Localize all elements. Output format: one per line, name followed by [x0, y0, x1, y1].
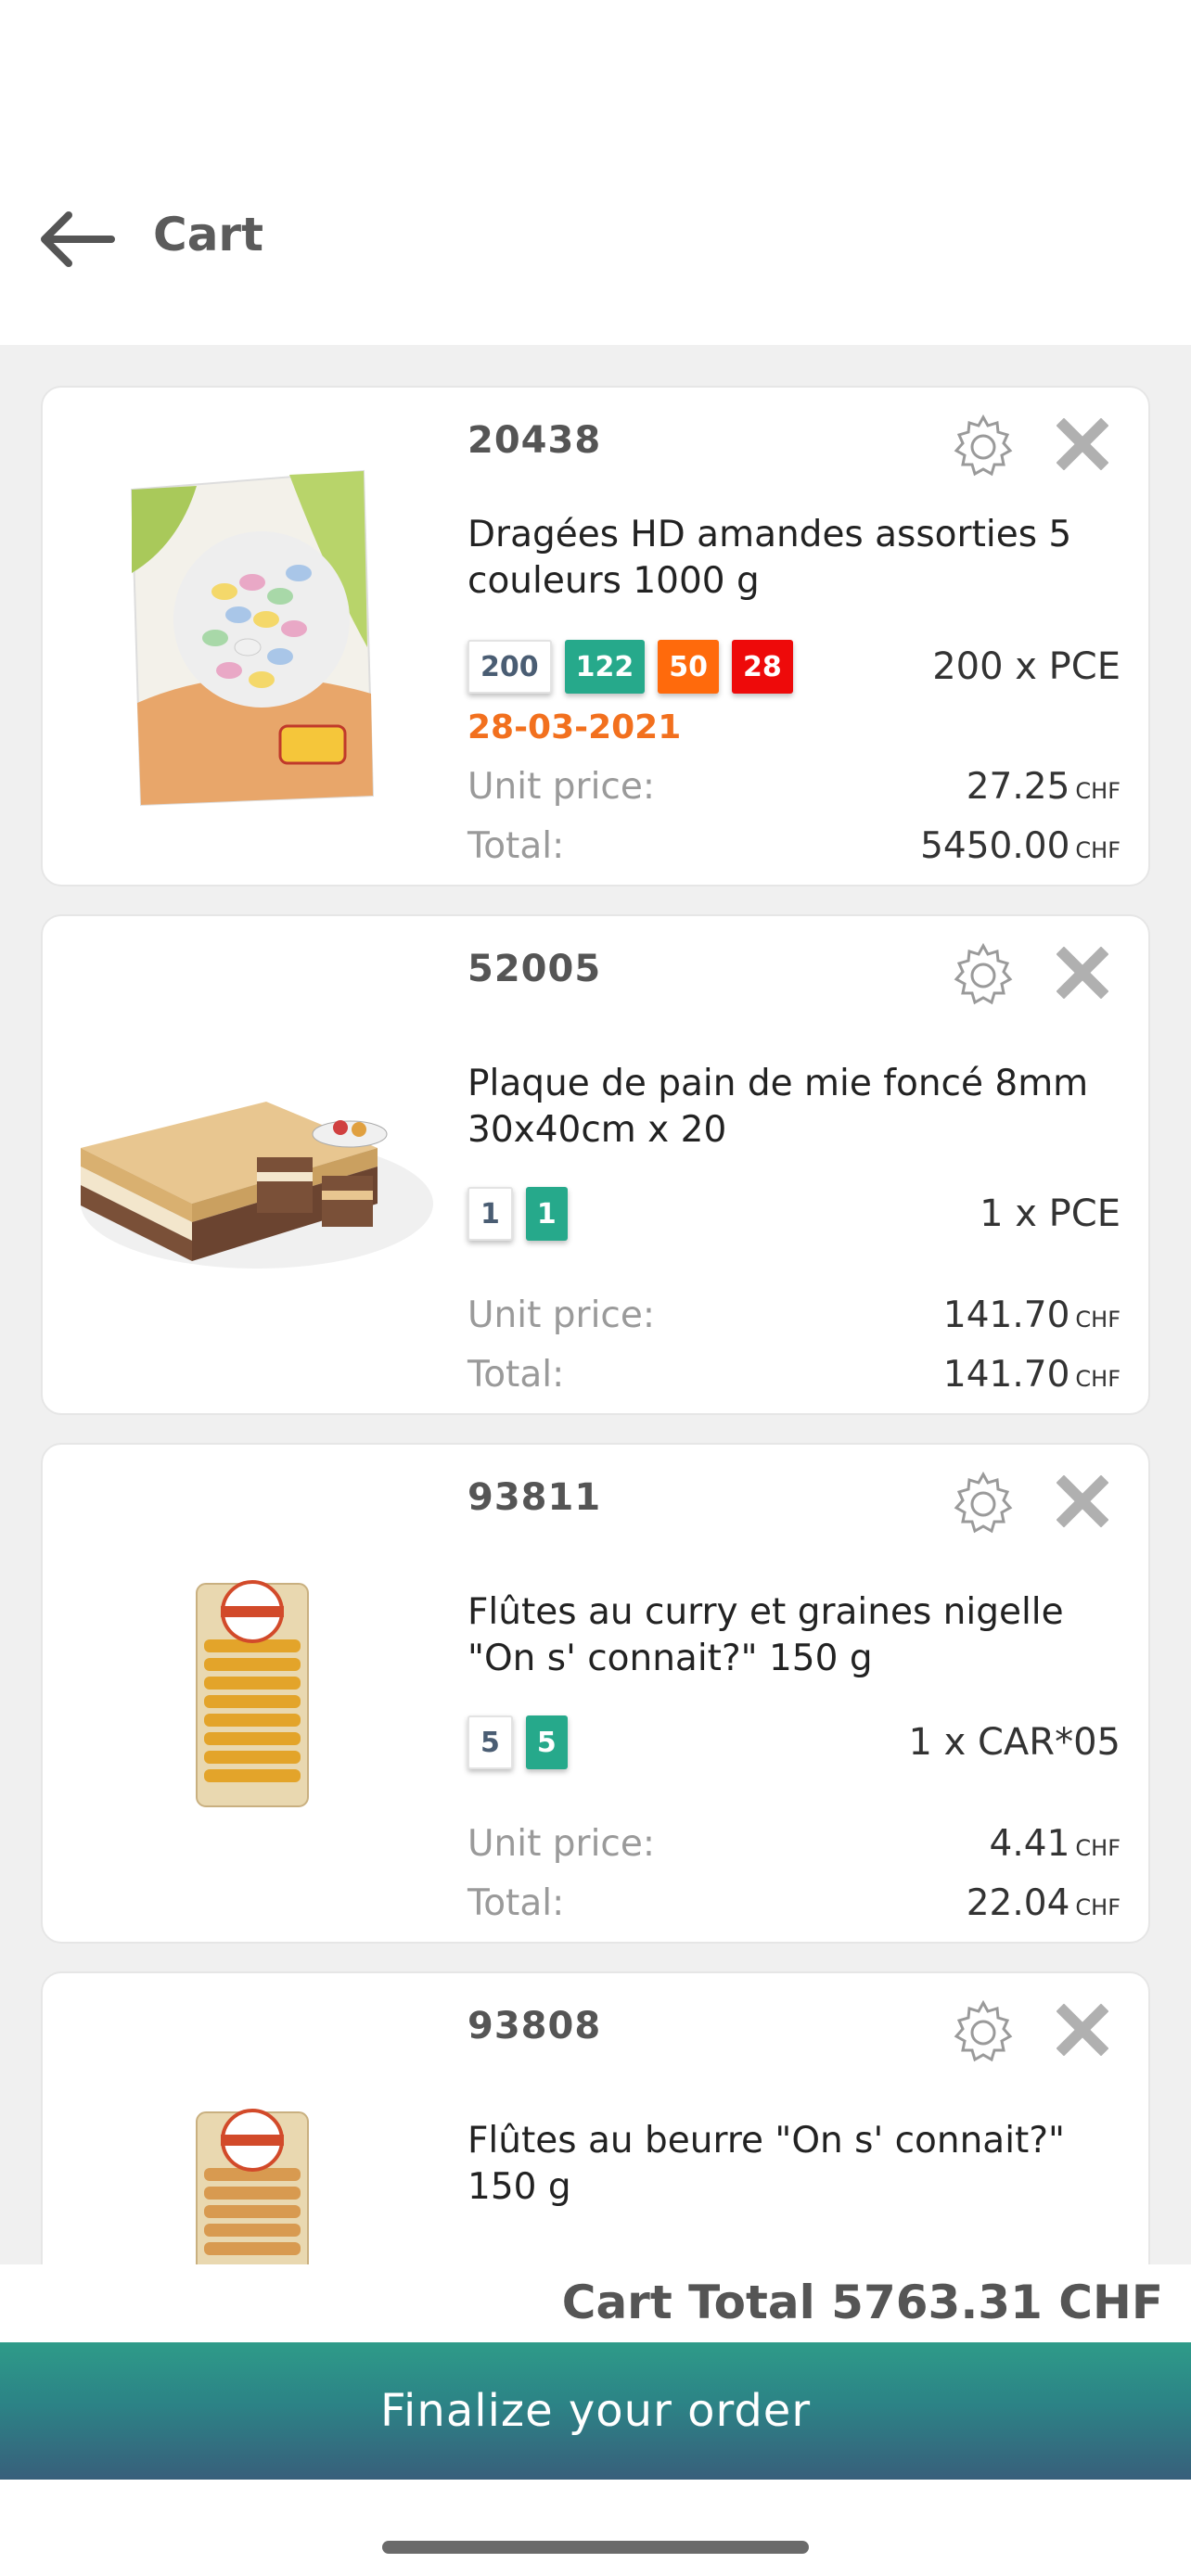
remove-button[interactable] [1048, 410, 1117, 478]
product-code: 93808 [467, 2005, 602, 2047]
stock-badge: 1 [467, 1187, 513, 1241]
product-code: 93811 [467, 1476, 602, 1519]
total-value: 5450.00 CHF [920, 825, 1121, 867]
gear-icon [954, 1471, 1013, 1534]
product-name: Plaque de pain de mie foncé 8mm 30x40cm … [467, 1063, 1089, 1151]
product-image [65, 425, 440, 851]
cart-total: Cart Total 5763.31 CHF [561, 2276, 1163, 2329]
product-code: 20438 [467, 419, 602, 462]
quantity[interactable]: 1 x PCE [980, 1192, 1121, 1235]
stock-badge: 5 [525, 1715, 568, 1769]
close-icon [1057, 418, 1108, 470]
delivery-date: 28-03-2021 [467, 708, 682, 746]
cart-total-bar: Cart Total 5763.31 CHF [0, 2264, 1191, 2342]
cart-list[interactable]: 20438 Dragées HD amandes assorties 5 cou… [0, 345, 1191, 2264]
stock-badge: 1 [525, 1187, 568, 1241]
gear-icon [954, 1999, 1013, 2062]
finalize-order-button[interactable]: Finalize your order [0, 2342, 1191, 2480]
arrow-left-icon [41, 211, 115, 267]
total-value: 141.70 CHF [942, 1354, 1121, 1396]
unit-price-value: 4.41 CHF [989, 1823, 1121, 1865]
unit-price-label: Unit price: [467, 1823, 655, 1865]
unit-price-label: Unit price: [467, 766, 655, 808]
settings-button[interactable] [946, 1994, 1020, 2068]
total-value: 22.04 CHF [966, 1882, 1121, 1924]
total-label: Total: [467, 1354, 565, 1396]
back-button[interactable] [33, 197, 119, 282]
quantity[interactable]: 200 x PCE [932, 645, 1121, 688]
stock-badge: 200 [467, 640, 552, 694]
flutes-pack-image [196, 1580, 309, 1807]
flutes-pack-image [196, 2109, 309, 2264]
product-image [65, 953, 440, 1380]
settings-button[interactable] [946, 937, 1020, 1011]
close-icon [1057, 2004, 1108, 2056]
stock-badges: 1 1 [467, 1187, 568, 1241]
remove-button[interactable] [1048, 1467, 1117, 1536]
gear-icon [954, 414, 1013, 477]
settings-button[interactable] [946, 1465, 1020, 1539]
remove-button[interactable] [1048, 1996, 1117, 2064]
stock-badge: 122 [564, 640, 646, 694]
stock-badge: 5 [467, 1715, 513, 1769]
gear-icon [954, 942, 1013, 1005]
total-label: Total: [467, 1882, 565, 1924]
remove-button[interactable] [1048, 938, 1117, 1007]
bread-sheets-image [81, 1102, 433, 1269]
product-image [65, 1482, 440, 1908]
product-name: Flûtes au beurre "On s' connait?" 150 g [467, 2120, 1065, 2208]
stock-badge: 28 [732, 640, 793, 694]
page-title: Cart [153, 208, 263, 261]
stock-badges: 5 5 [467, 1715, 568, 1769]
close-icon [1057, 947, 1108, 999]
cart-item[interactable]: 93811 Flûtes au curry et graines nigelle… [41, 1443, 1150, 1944]
settings-button[interactable] [946, 408, 1020, 482]
home-indicator[interactable] [382, 2541, 809, 2554]
unit-price-value: 27.25 CHF [966, 766, 1121, 808]
cart-item[interactable]: 20438 Dragées HD amandes assorties 5 cou… [41, 386, 1150, 886]
drages-box-image [130, 469, 375, 807]
total-label: Total: [467, 825, 565, 867]
unit-price-value: 141.70 CHF [942, 1294, 1121, 1336]
quantity[interactable]: 1 x CAR*05 [908, 1721, 1121, 1764]
close-icon [1057, 1475, 1108, 1527]
bottom-safe-area [0, 2480, 1191, 2576]
cart-item[interactable]: 93808 Flûtes au beurre "On s' connait?" … [41, 1971, 1150, 2264]
product-name: Flûtes au curry et graines nigelle "On s… [467, 1591, 1064, 1679]
cart-item[interactable]: 52005 Plaque de pain de mie foncé 8mm 30… [41, 914, 1150, 1415]
product-image [65, 2010, 440, 2264]
app-header: Cart [0, 0, 1191, 345]
stock-badges: 200 122 50 28 [467, 640, 793, 694]
stock-badge: 50 [658, 640, 719, 694]
unit-price-label: Unit price: [467, 1294, 655, 1336]
product-name: Dragées HD amandes assorties 5 couleurs … [467, 514, 1072, 602]
product-code: 52005 [467, 948, 602, 990]
